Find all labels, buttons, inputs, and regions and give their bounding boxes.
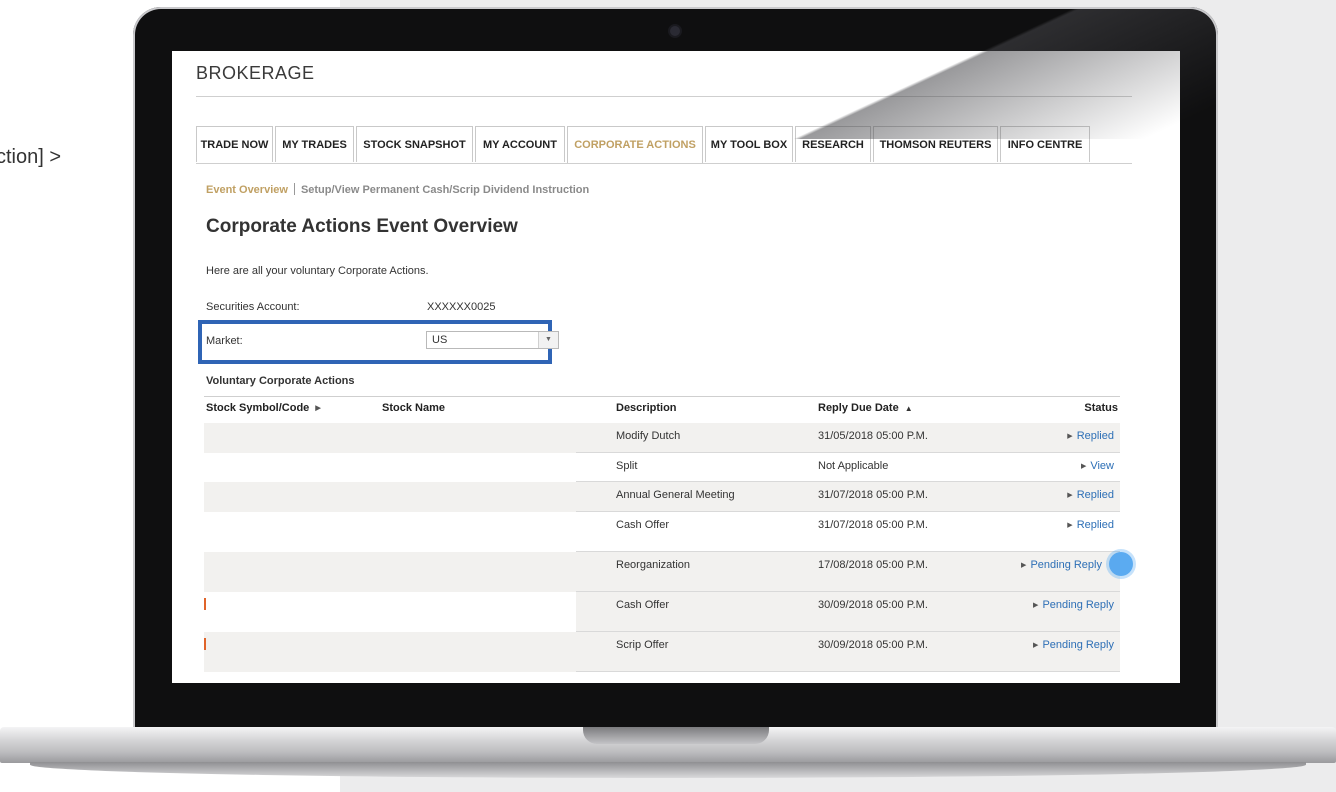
row-right-cell [576, 632, 1120, 672]
tab-info-centre[interactable]: INFO CENTRE [1000, 126, 1090, 162]
tab-corporate-actions[interactable]: CORPORATE ACTIONS [567, 126, 703, 163]
row-marker [204, 638, 206, 650]
triangle-right-icon: ▶ [1033, 602, 1039, 609]
laptop-screen: BROKERAGE TRADE NOW MY TRADES STOCK SNAP… [172, 51, 1180, 683]
page-title: Corporate Actions Event Overview [206, 216, 518, 237]
tab-thomson-reuters[interactable]: THOMSON REUTERS [873, 126, 998, 162]
table-row: Cash Offer 30/09/2018 05:00 P.M. ▶ Pendin… [204, 592, 1120, 632]
chevron-down-icon[interactable]: ▼ [538, 332, 558, 348]
row-reply-due: 30/09/2018 05:00 P.M. [818, 639, 928, 651]
row-left-cell [204, 482, 576, 512]
row-reply-due: 30/09/2018 05:00 P.M. [818, 599, 928, 611]
column-header-reply-due-label: Reply Due Date [818, 402, 899, 414]
header-divider [196, 96, 1132, 97]
securities-account-value: XXXXXX0025 [427, 301, 496, 313]
row-description: Cash Offer [616, 519, 669, 531]
triangle-right-icon: ▶ [1033, 642, 1039, 649]
row-status-label: Replied [1076, 519, 1114, 531]
market-label: Market: [206, 335, 243, 347]
tab-my-trades[interactable]: MY TRADES [275, 126, 354, 162]
subnav-separator [293, 183, 295, 195]
row-status-link[interactable]: ▶ Pending Reply [1033, 599, 1114, 611]
row-description: Cash Offer [616, 599, 669, 611]
cropped-instruction-text: ction] > [0, 146, 62, 168]
table-header-divider [204, 396, 1120, 397]
triangle-right-icon: ▶ [1067, 522, 1073, 529]
table-row: Split Not Applicable ▶ View [204, 453, 1120, 482]
triangle-right-icon: ▶ [1021, 562, 1027, 569]
row-left-cell [204, 632, 576, 672]
laptop-notch [583, 727, 769, 744]
row-description: Split [616, 460, 638, 472]
column-header-symbol-label: Stock Symbol/Code [206, 402, 310, 414]
row-right-cell [576, 592, 1120, 632]
row-status-label: Pending Reply [1042, 599, 1114, 611]
subnav-setup-dividend-instruction[interactable]: Setup/View Permanent Cash/Scrip Dividend… [301, 184, 589, 196]
brand-title: BROKERAGE [196, 63, 315, 83]
section-title: Voluntary Corporate Actions [206, 375, 355, 387]
table-row: Modify Dutch 31/05/2018 05:00 P.M. ▶ Repl… [204, 423, 1120, 453]
tab-my-account[interactable]: MY ACCOUNT [475, 126, 565, 162]
row-right-cell [576, 552, 1120, 592]
column-header-symbol[interactable]: Stock Symbol/Code ▶ [206, 402, 321, 414]
triangle-right-icon: ▶ [1067, 433, 1073, 440]
row-status-label: Pending Reply [1042, 639, 1114, 651]
securities-account-label: Securities Account: [206, 301, 300, 313]
row-description: Annual General Meeting [616, 489, 735, 501]
row-description: Reorganization [616, 559, 690, 571]
row-reply-due: 31/05/2018 05:00 P.M. [818, 430, 928, 442]
row-status-link[interactable]: ▶ Replied [1067, 489, 1114, 501]
row-description: Scrip Offer [616, 639, 669, 651]
table-row: Annual General Meeting 31/07/2018 05:00 … [204, 482, 1120, 512]
row-status-link[interactable]: ▶ Replied [1067, 519, 1114, 531]
sub-navigation: Event Overview Setup/View Permanent Cash/… [206, 183, 589, 196]
row-left-cell [204, 423, 576, 453]
column-header-description: Description [616, 402, 677, 414]
camera-icon [670, 26, 680, 36]
row-marker [204, 598, 206, 610]
row-left-cell [204, 552, 576, 592]
row-status-link[interactable]: ▶ View [1081, 460, 1114, 472]
row-reply-due: 31/07/2018 05:00 P.M. [818, 519, 928, 531]
table-row: Reorganization 17/08/2018 05:00 P.M. ▶ Pe… [204, 552, 1120, 592]
tab-stock-snapshot[interactable]: STOCK SNAPSHOT [356, 126, 473, 162]
table-row: Cash Offer 31/07/2018 05:00 P.M. ▶ Replie… [204, 512, 1120, 552]
market-select-value: US [432, 334, 448, 346]
tab-my-tool-box[interactable]: MY TOOL BOX [705, 126, 793, 162]
row-status-link[interactable]: ▶ Pending Reply [1021, 559, 1102, 571]
row-reply-due: 31/07/2018 05:00 P.M. [818, 489, 928, 501]
triangle-right-icon: ▶ [1080, 463, 1087, 470]
column-header-status: Status [1084, 402, 1118, 414]
row-reply-due: 17/08/2018 05:00 P.M. [818, 559, 928, 571]
row-reply-due: Not Applicable [818, 460, 889, 472]
row-description: Modify Dutch [616, 430, 681, 442]
tab-trade-now[interactable]: TRADE NOW [196, 126, 273, 162]
row-status-label: Replied [1076, 489, 1114, 501]
row-divider [576, 671, 1120, 672]
triangle-right-icon: ▶ [315, 405, 321, 412]
tab-research[interactable]: RESEARCH [795, 126, 871, 162]
subnav-event-overview[interactable]: Event Overview [206, 184, 288, 196]
triangle-up-icon: ▲ [904, 404, 913, 413]
triangle-right-icon: ▶ [1067, 492, 1073, 499]
row-status-link[interactable]: ▶ Replied [1067, 430, 1114, 442]
main-tabs: TRADE NOW MY TRADES STOCK SNAPSHOT MY AC… [196, 126, 1132, 164]
row-status-label: Replied [1076, 430, 1114, 442]
row-status-label: Pending Reply [1030, 559, 1102, 571]
row-left-cell [204, 592, 576, 632]
column-header-reply-due[interactable]: Reply Due Date ▲ [818, 402, 913, 414]
table-row: Scrip Offer 30/09/2018 05:00 P.M. ▶ Pendi… [204, 632, 1120, 672]
market-select[interactable]: US ▼ [426, 331, 559, 349]
column-header-name: Stock Name [382, 402, 445, 414]
intro-text: Here are all your voluntary Corporate Ac… [206, 265, 429, 277]
row-status-link[interactable]: ▶ Pending Reply [1033, 639, 1114, 651]
row-status-label: View [1090, 460, 1114, 472]
tap-indicator [1109, 552, 1133, 576]
